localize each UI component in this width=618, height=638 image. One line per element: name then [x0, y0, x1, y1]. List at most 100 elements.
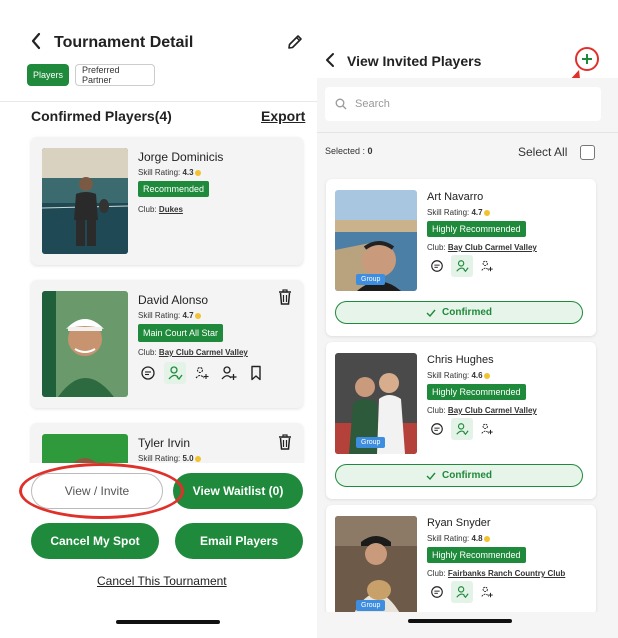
club-label: Club: — [427, 569, 446, 578]
rating-dot-icon — [194, 312, 201, 319]
selected-label: Selected : — [325, 146, 366, 156]
group-tag: Group — [356, 600, 386, 611]
player-club: Club: Bay Club Carmel Valley — [427, 406, 537, 415]
club-label: Club: — [138, 348, 157, 357]
user-plus-icon[interactable] — [218, 362, 240, 384]
skill-value: 5.0 — [182, 454, 194, 463]
users-plus-icon[interactable] — [191, 362, 213, 384]
chat-icon[interactable] — [426, 255, 448, 277]
bookmark-icon[interactable] — [245, 362, 267, 384]
divider — [317, 132, 618, 133]
rating-dot-icon — [194, 169, 201, 176]
select-all-checkbox[interactable] — [580, 145, 595, 160]
user-check-icon[interactable] — [164, 362, 186, 384]
edit-pencil-icon[interactable] — [286, 33, 304, 56]
page-title: View Invited Players — [347, 53, 482, 69]
tab-players[interactable]: Players — [27, 64, 69, 86]
player-club: Club: Bay Club Carmel Valley — [427, 243, 537, 252]
check-icon — [426, 309, 436, 317]
users-plus-icon[interactable] — [476, 255, 498, 277]
skill-value: 4.7 — [471, 208, 483, 217]
chat-icon[interactable] — [426, 581, 448, 603]
club-label: Club: — [138, 205, 157, 214]
player-club: Club: Dukes — [138, 205, 183, 214]
check-icon — [426, 472, 436, 480]
action-icons — [426, 418, 498, 440]
view-waitlist-button[interactable]: View Waitlist (0) — [173, 473, 303, 509]
club-link[interactable]: Fairbanks Ranch Country Club — [448, 569, 565, 578]
player-badge: Highly Recommended — [427, 384, 526, 400]
skill-value: 4.7 — [182, 311, 194, 320]
player-card: Jorge Dominicis Skill Rating: 4.3 Recomm… — [31, 137, 303, 265]
confirmed-button[interactable]: Confirmed — [335, 464, 583, 487]
skill-rating: Skill Rating: 4.7 — [138, 311, 201, 320]
skill-label: Skill Rating: — [138, 311, 181, 320]
selected-value: 0 — [367, 146, 373, 156]
select-all-label: Select All — [518, 145, 568, 159]
divider — [0, 101, 317, 102]
skill-value: 4.6 — [471, 371, 483, 380]
club-label: Club: — [427, 243, 446, 252]
confirmed-label: Confirmed — [442, 470, 492, 481]
selected-count: Selected : 0 — [325, 146, 373, 156]
club-link[interactable]: Bay Club Carmel Valley — [448, 243, 537, 252]
chat-icon[interactable] — [137, 362, 159, 384]
skill-rating: Skill Rating: 4.6 — [427, 371, 490, 380]
player-badge: Recommended — [138, 181, 210, 197]
back-icon[interactable] — [325, 50, 335, 72]
tournament-detail-screen: Tournament Detail Players Preferred Part… — [0, 0, 317, 638]
confirmed-button[interactable]: Confirmed — [335, 301, 583, 324]
back-icon[interactable] — [30, 32, 42, 54]
trash-icon[interactable] — [278, 434, 292, 455]
confirmed-label: Confirmed — [442, 307, 492, 318]
email-players-button[interactable]: Email Players — [175, 523, 303, 559]
skill-value: 4.8 — [471, 534, 483, 543]
skill-rating: Skill Rating: 4.8 — [427, 534, 490, 543]
header: Tournament Detail — [30, 32, 193, 54]
skill-label: Skill Rating: — [138, 168, 181, 177]
action-icons — [137, 362, 267, 384]
home-indicator — [408, 619, 512, 623]
tab-preferred-partner[interactable]: Preferred Partner — [75, 64, 155, 86]
player-name: Ryan Snyder — [427, 517, 491, 529]
invited-player-card: Group Art Navarro Skill Rating: 4.7 High… — [326, 179, 596, 336]
cancel-my-spot-button[interactable]: Cancel My Spot — [31, 523, 159, 559]
skill-rating: Skill Rating: 4.7 — [427, 208, 490, 217]
search-icon — [335, 98, 347, 110]
page-title: Tournament Detail — [54, 34, 194, 51]
player-name: Tyler Irvin — [138, 436, 191, 450]
skill-value: 4.3 — [182, 168, 194, 177]
search-input[interactable]: Search — [325, 87, 601, 121]
player-badge: Highly Recommended — [427, 547, 526, 563]
chat-icon[interactable] — [426, 418, 448, 440]
view-invited-players-screen: View Invited Players Search Selected : 0… — [317, 0, 618, 638]
skill-label: Skill Rating: — [427, 371, 470, 380]
export-link[interactable]: Export — [261, 108, 305, 124]
rating-dot-icon — [194, 455, 201, 462]
club-link[interactable]: Bay Club Carmel Valley — [448, 406, 537, 415]
skill-rating: Skill Rating: 5.0 — [138, 454, 201, 463]
bottom-area — [317, 612, 618, 638]
users-plus-icon[interactable] — [476, 581, 498, 603]
group-tag: Group — [356, 437, 386, 448]
header: View Invited Players — [325, 50, 481, 72]
club-link[interactable]: Bay Club Carmel Valley — [159, 348, 248, 357]
user-check-icon[interactable] — [451, 581, 473, 603]
skill-rating: Skill Rating: 4.3 — [138, 168, 201, 177]
user-check-icon[interactable] — [451, 255, 473, 277]
users-plus-icon[interactable] — [476, 418, 498, 440]
player-club: Club: Fairbanks Ranch Country Club — [427, 569, 565, 578]
user-check-icon[interactable] — [451, 418, 473, 440]
player-club: Club: Bay Club Carmel Valley — [138, 348, 248, 357]
skill-label: Skill Rating: — [427, 534, 470, 543]
player-badge: Highly Recommended — [427, 221, 526, 237]
player-name: Jorge Dominicis — [138, 150, 224, 164]
trash-icon[interactable] — [278, 289, 292, 310]
skill-label: Skill Rating: — [138, 454, 181, 463]
cancel-tournament-link[interactable]: Cancel This Tournament — [97, 574, 227, 588]
club-link[interactable]: Dukes — [159, 205, 183, 214]
group-tag: Group — [356, 274, 386, 285]
home-indicator — [116, 620, 220, 624]
rating-dot-icon — [483, 209, 490, 216]
player-name: Chris Hughes — [427, 354, 494, 366]
